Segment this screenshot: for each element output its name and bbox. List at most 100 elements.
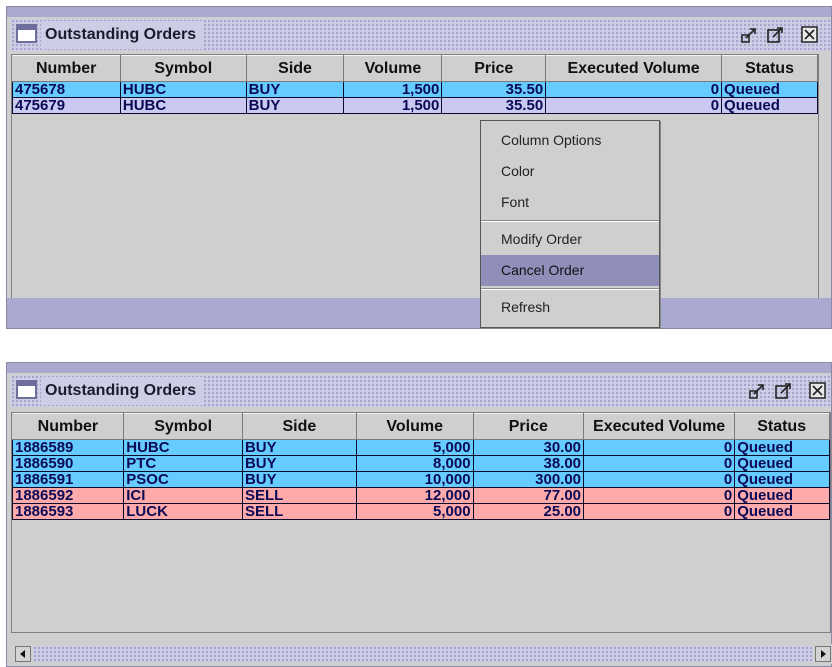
cell-symbol: HUBC: [123, 439, 243, 456]
column-header-symbol[interactable]: Symbol: [120, 55, 247, 82]
cell-status: Queued: [734, 455, 830, 472]
cell-number: 1886590: [12, 455, 125, 472]
cell-executed-volume: 0: [545, 97, 723, 114]
cell-number: 1886591: [12, 471, 125, 488]
cell-volume: 1,500: [343, 81, 443, 98]
window-icon: [16, 380, 37, 399]
cell-number: 475678: [12, 81, 121, 98]
cell-side: BUY: [241, 439, 357, 456]
table-row[interactable]: 475679 HUBC BUY 1,500 35.50 0 Queued: [12, 97, 818, 114]
window-top-strip: [7, 7, 831, 17]
cell-number: 1886593: [12, 503, 125, 520]
cell-number: 475679: [12, 97, 121, 114]
cell-volume: 5,000: [355, 439, 474, 456]
column-header-price[interactable]: Price: [441, 55, 547, 82]
cell-price: 38.00: [472, 455, 585, 472]
cell-volume: 10,000: [355, 471, 474, 488]
outstanding-orders-window-2: Outstanding Orders Number Symbol Side Vo…: [6, 362, 832, 667]
cell-status: Queued: [734, 503, 830, 520]
window-top-strip: [7, 363, 831, 373]
window-title: Outstanding Orders: [41, 377, 203, 405]
cell-volume: 12,000: [355, 487, 474, 504]
cell-executed-volume: 0: [583, 503, 736, 520]
orders-table: Number Symbol Side Volume Price Executed…: [12, 55, 818, 114]
cell-volume: 1,500: [343, 97, 443, 114]
title-bar[interactable]: Outstanding Orders: [11, 19, 831, 51]
cell-side: SELL: [241, 503, 357, 520]
title-bar[interactable]: Outstanding Orders: [11, 375, 831, 407]
window-bottom-band: [7, 298, 831, 328]
cell-status: Queued: [721, 81, 818, 98]
cell-side: BUY: [245, 81, 345, 98]
cell-number: 1886592: [12, 487, 125, 504]
cell-volume: 8,000: [355, 455, 474, 472]
cell-executed-volume: 0: [583, 439, 736, 456]
column-header-number[interactable]: Number: [12, 413, 125, 440]
cell-symbol: PTC: [123, 455, 243, 472]
close-icon[interactable]: [801, 26, 818, 43]
undock-icon[interactable]: [741, 26, 758, 43]
cell-status: Queued: [721, 97, 818, 114]
cell-status: Queued: [734, 487, 830, 504]
scroll-left-icon[interactable]: [15, 646, 31, 662]
column-header-status[interactable]: Status: [721, 55, 818, 82]
cell-side: SELL: [241, 487, 357, 504]
maximize-icon[interactable]: [775, 382, 792, 399]
close-icon[interactable]: [809, 382, 826, 399]
cell-executed-volume: 0: [583, 455, 736, 472]
cell-price: 25.00: [472, 503, 585, 520]
column-header-volume[interactable]: Volume: [356, 413, 474, 440]
horizontal-scrollbar[interactable]: [13, 644, 832, 664]
cell-executed-volume: 0: [583, 471, 736, 488]
menu-item-refresh[interactable]: Refresh: [481, 292, 659, 323]
orders-table: Number Symbol Side Volume Price Executed…: [12, 413, 830, 520]
cell-status: Queued: [734, 471, 830, 488]
cell-price: 30.00: [472, 439, 585, 456]
context-menu: Column Options Color Font Modify Order C…: [480, 120, 660, 328]
scroll-right-icon[interactable]: [815, 646, 831, 662]
column-header-side[interactable]: Side: [246, 55, 345, 82]
menu-item-font[interactable]: Font: [481, 187, 659, 218]
table-header: Number Symbol Side Volume Price Executed…: [12, 55, 818, 82]
orders-table-area[interactable]: Number Symbol Side Volume Price Executed…: [11, 412, 831, 633]
column-header-price[interactable]: Price: [473, 413, 585, 440]
column-header-executed-volume[interactable]: Executed Volume: [583, 413, 736, 440]
table-row[interactable]: 1886593 LUCK SELL 5,000 25.00 0 Queued: [12, 503, 830, 520]
table-header: Number Symbol Side Volume Price Executed…: [12, 413, 830, 440]
table-row[interactable]: 1886590 PTC BUY 8,000 38.00 0 Queued: [12, 455, 830, 472]
table-row[interactable]: 1886592 ICI SELL 12,000 77.00 0 Queued: [12, 487, 830, 504]
scrollbar-track[interactable]: [33, 646, 813, 662]
menu-item-column-options[interactable]: Column Options: [481, 125, 659, 156]
cell-price: 300.00: [472, 471, 585, 488]
cell-price: 77.00: [472, 487, 585, 504]
cell-symbol: HUBC: [119, 81, 247, 98]
cell-status: Queued: [734, 439, 830, 456]
window-icon: [16, 24, 37, 43]
column-header-status[interactable]: Status: [734, 413, 830, 440]
cell-executed-volume: 0: [583, 487, 736, 504]
cell-symbol: PSOC: [123, 471, 243, 488]
menu-item-modify-order[interactable]: Modify Order: [481, 224, 659, 255]
table-row[interactable]: 475678 HUBC BUY 1,500 35.50 0 Queued: [12, 81, 818, 98]
cell-side: BUY: [241, 455, 357, 472]
cell-side: BUY: [245, 97, 345, 114]
outstanding-orders-window-1: Outstanding Orders Number Symbol Side Vo…: [6, 6, 832, 329]
menu-item-color[interactable]: Color: [481, 156, 659, 187]
cell-symbol: LUCK: [123, 503, 243, 520]
table-row[interactable]: 1886589 HUBC BUY 5,000 30.00 0 Queued: [12, 439, 830, 456]
cell-price: 35.50: [441, 97, 547, 114]
window-title: Outstanding Orders: [41, 21, 203, 49]
menu-item-cancel-order[interactable]: Cancel Order: [481, 255, 659, 286]
column-header-side[interactable]: Side: [242, 413, 357, 440]
maximize-icon[interactable]: [767, 26, 784, 43]
orders-table-area[interactable]: Number Symbol Side Volume Price Executed…: [11, 54, 819, 300]
column-header-number[interactable]: Number: [12, 55, 121, 82]
cell-executed-volume: 0: [545, 81, 723, 98]
column-header-executed-volume[interactable]: Executed Volume: [545, 55, 723, 82]
column-header-symbol[interactable]: Symbol: [123, 413, 243, 440]
column-header-volume[interactable]: Volume: [343, 55, 443, 82]
undock-icon[interactable]: [749, 382, 766, 399]
table-row[interactable]: 1886591 PSOC BUY 10,000 300.00 0 Queued: [12, 471, 830, 488]
menu-separator: [481, 288, 659, 290]
cell-symbol: HUBC: [119, 97, 247, 114]
